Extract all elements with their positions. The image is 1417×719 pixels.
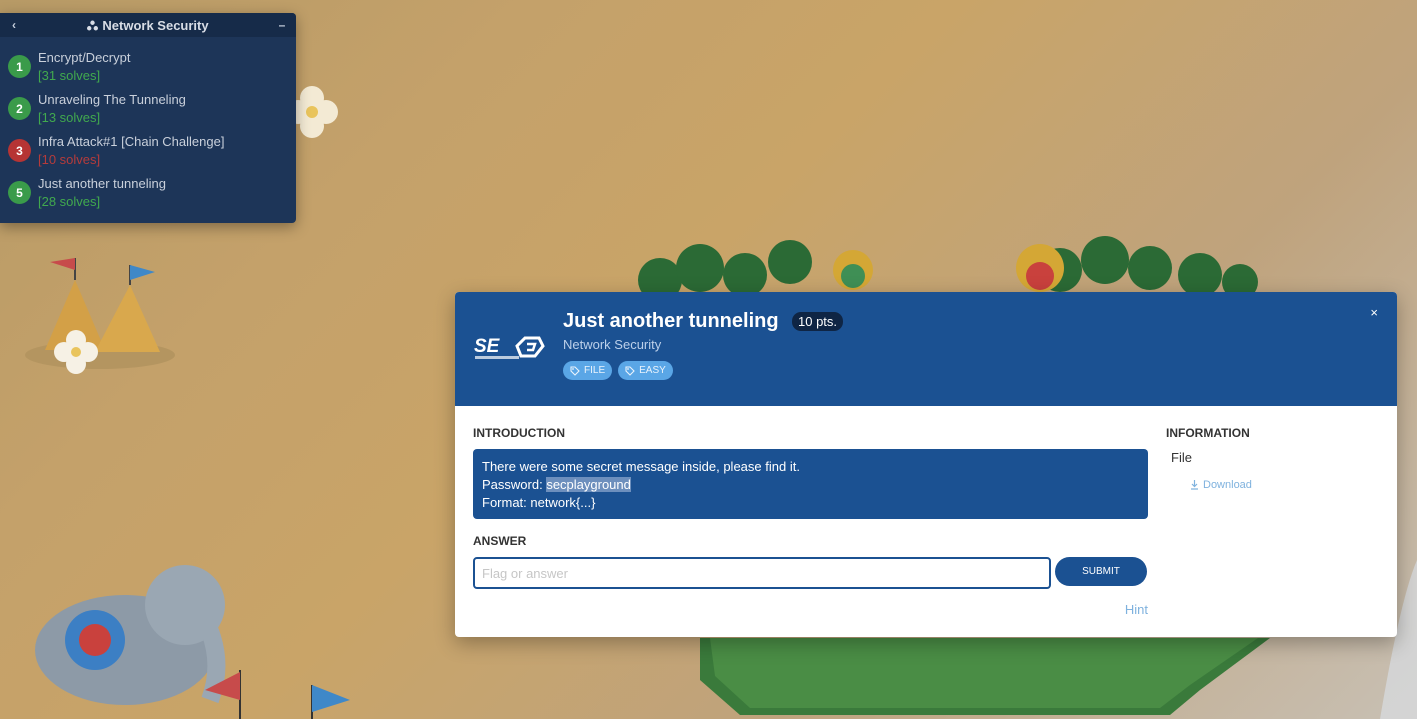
collapse-panel-button[interactable]: ‹ (8, 18, 20, 32)
challenge-item[interactable]: 5 Just another tunneling [28 solves] (8, 175, 166, 211)
challenge-solves: [10 solves] (38, 152, 101, 167)
answer-heading: ANSWER (473, 534, 527, 548)
password-label: Password: (482, 477, 547, 492)
challenge-item[interactable]: 1 Encrypt/Decrypt [31 solves] (8, 49, 130, 85)
challenge-title: Just another tunneling (563, 310, 779, 332)
challenge-number-badge: 5 (8, 181, 31, 204)
answer-input[interactable] (473, 557, 1051, 589)
svg-text:SE: SE (474, 336, 501, 357)
download-label[interactable]: Download (1203, 479, 1252, 491)
challenge-category: Network Security (563, 337, 662, 352)
challenge-name: Encrypt/Decrypt (38, 50, 131, 65)
tag-chip: FILE (563, 361, 613, 380)
tag-label: FILE (584, 365, 606, 376)
tag-icon (625, 365, 635, 376)
password-value: secplayground (546, 477, 631, 492)
submit-button[interactable]: SUBMIT (1055, 557, 1147, 586)
panel-title: Network Security (87, 17, 209, 33)
minimize-panel-button[interactable]: – (276, 18, 288, 32)
panel-header: ‹ Network Security – (0, 13, 296, 37)
tag-list: FILE EASY (563, 361, 673, 380)
secplayground-logo: SE (474, 336, 545, 359)
download-icon (1191, 480, 1198, 490)
introduction-heading: INTRODUCTION (473, 426, 565, 440)
intro-format-line: Format: network{...} (482, 495, 596, 510)
intro-text-line: There were some secret message inside, p… (482, 459, 800, 474)
introduction-box: There were some secret message inside, p… (473, 449, 1148, 519)
challenge-solves: [31 solves] (38, 68, 101, 83)
challenge-number-badge: 1 (8, 55, 31, 78)
download-link[interactable]: Download (1190, 479, 1252, 491)
tag-chip: EASY (618, 361, 673, 380)
file-label: File (1171, 450, 1192, 465)
intro-password-line: Password: secplayground (482, 476, 1139, 494)
challenge-list-panel: ‹ Network Security – 1 Encrypt/Decrypt [… (0, 13, 296, 223)
challenge-item[interactable]: 2 Unraveling The Tunneling [13 solves] (8, 91, 186, 127)
tag-icon (570, 365, 580, 376)
modal-header: SE Just another tunneling 10 pts. Networ… (455, 292, 1397, 406)
challenge-name: Unraveling The Tunneling (38, 92, 186, 107)
challenge-name: Just another tunneling (38, 176, 166, 191)
challenge-solves: [28 solves] (38, 194, 101, 209)
challenge-item[interactable]: 3 Infra Attack#1 [Chain Challenge] [10 s… (8, 133, 224, 169)
panel-title-text: Network Security (102, 17, 209, 33)
challenge-number-badge: 3 (8, 139, 31, 162)
information-heading: INFORMATION (1166, 426, 1250, 440)
tag-label: EASY (639, 365, 666, 376)
challenge-name: Infra Attack#1 [Chain Challenge] (38, 134, 225, 149)
challenge-solves: [13 solves] (38, 110, 101, 125)
hint-link[interactable]: Hint (1125, 602, 1148, 617)
network-icon (87, 20, 99, 30)
challenge-number-badge: 2 (8, 97, 31, 120)
challenge-modal: SE Just another tunneling 10 pts. Networ… (455, 292, 1397, 637)
points-badge: 10 pts. (792, 312, 844, 331)
close-icon[interactable]: × (1370, 305, 1378, 320)
